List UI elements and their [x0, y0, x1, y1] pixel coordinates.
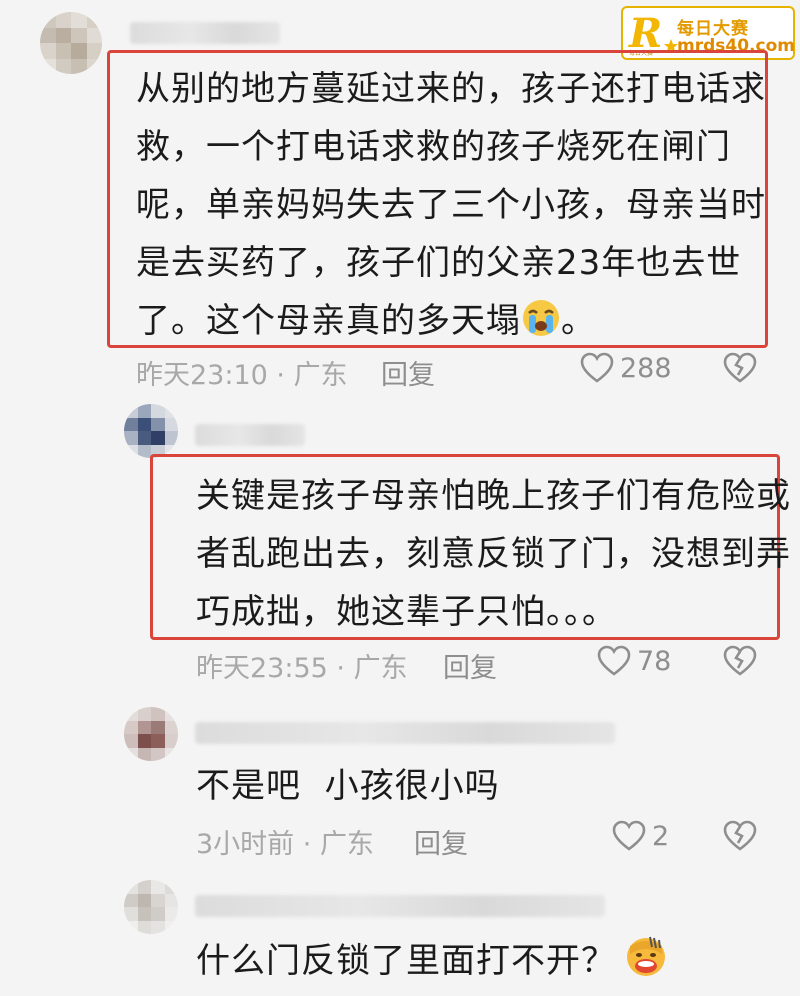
like-button[interactable]: 78: [597, 645, 671, 677]
username-blurred[interactable]: [195, 722, 615, 744]
scared-face-icon: [624, 934, 668, 996]
comment-location: 广东: [293, 360, 348, 391]
broken-heart-icon: [723, 820, 757, 851]
reply-button[interactable]: 回复: [443, 646, 497, 685]
comment-meta: 3小时前 · 广东: [196, 829, 374, 860]
dislike-button[interactable]: [723, 645, 757, 681]
comment-text: 不是吧 小孩很小吗: [196, 766, 500, 806]
comment-meta: 昨天23:55 · 广东: [196, 653, 408, 684]
like-button[interactable]: 288: [580, 352, 672, 384]
username-blurred[interactable]: [195, 424, 305, 446]
reply-button[interactable]: 回复: [414, 822, 468, 861]
broken-heart-icon: [723, 352, 757, 383]
username-blurred[interactable]: [195, 895, 605, 917]
like-count: 78: [637, 645, 672, 677]
avatar[interactable]: [124, 707, 178, 761]
comment-body: 什么门反锁了里面打不开？: [196, 941, 616, 981]
avatar[interactable]: [40, 12, 102, 74]
like-count: 2: [652, 820, 670, 852]
heart-icon: [597, 645, 631, 676]
comment-text: 从别的地方蔓延过来的，孩子还打电话求 救，一个打电话求救的孩子烧死在闸门 呢，单…: [136, 60, 766, 356]
comment-meta: 昨天23:10 · 广东: [136, 360, 348, 391]
comment-time: 昨天23:10: [136, 360, 268, 391]
comment-text: 关键是孩子母亲怕晚上孩子们有危险或 者乱跑出去，刻意反锁了门，没想到弄 巧成拙，…: [196, 476, 791, 632]
reply-button[interactable]: 回复: [381, 353, 435, 392]
comment-body: 从别的地方蔓延过来的，孩子还打电话求 救，一个打电话求救的孩子烧死在闸门 呢，单…: [136, 69, 766, 341]
comment-text: 什么门反锁了里面打不开？: [196, 932, 668, 996]
broken-heart-icon: [723, 645, 757, 676]
comment-location: 广东: [319, 829, 374, 860]
username-blurred[interactable]: [130, 22, 280, 44]
avatar[interactable]: [124, 404, 178, 458]
like-count: 288: [620, 352, 672, 384]
like-button[interactable]: 2: [612, 820, 669, 852]
comment-location: 广东: [353, 653, 408, 684]
dislike-button[interactable]: [723, 820, 757, 856]
heart-icon: [580, 352, 614, 383]
comment-time: 3小时前: [196, 829, 295, 860]
crying-face-icon: [521, 298, 561, 356]
heart-icon: [612, 820, 646, 851]
comment-time: 昨天23:55: [196, 653, 328, 684]
dislike-button[interactable]: [723, 352, 757, 388]
comment-tail: 。: [561, 301, 596, 341]
avatar[interactable]: [124, 880, 178, 934]
